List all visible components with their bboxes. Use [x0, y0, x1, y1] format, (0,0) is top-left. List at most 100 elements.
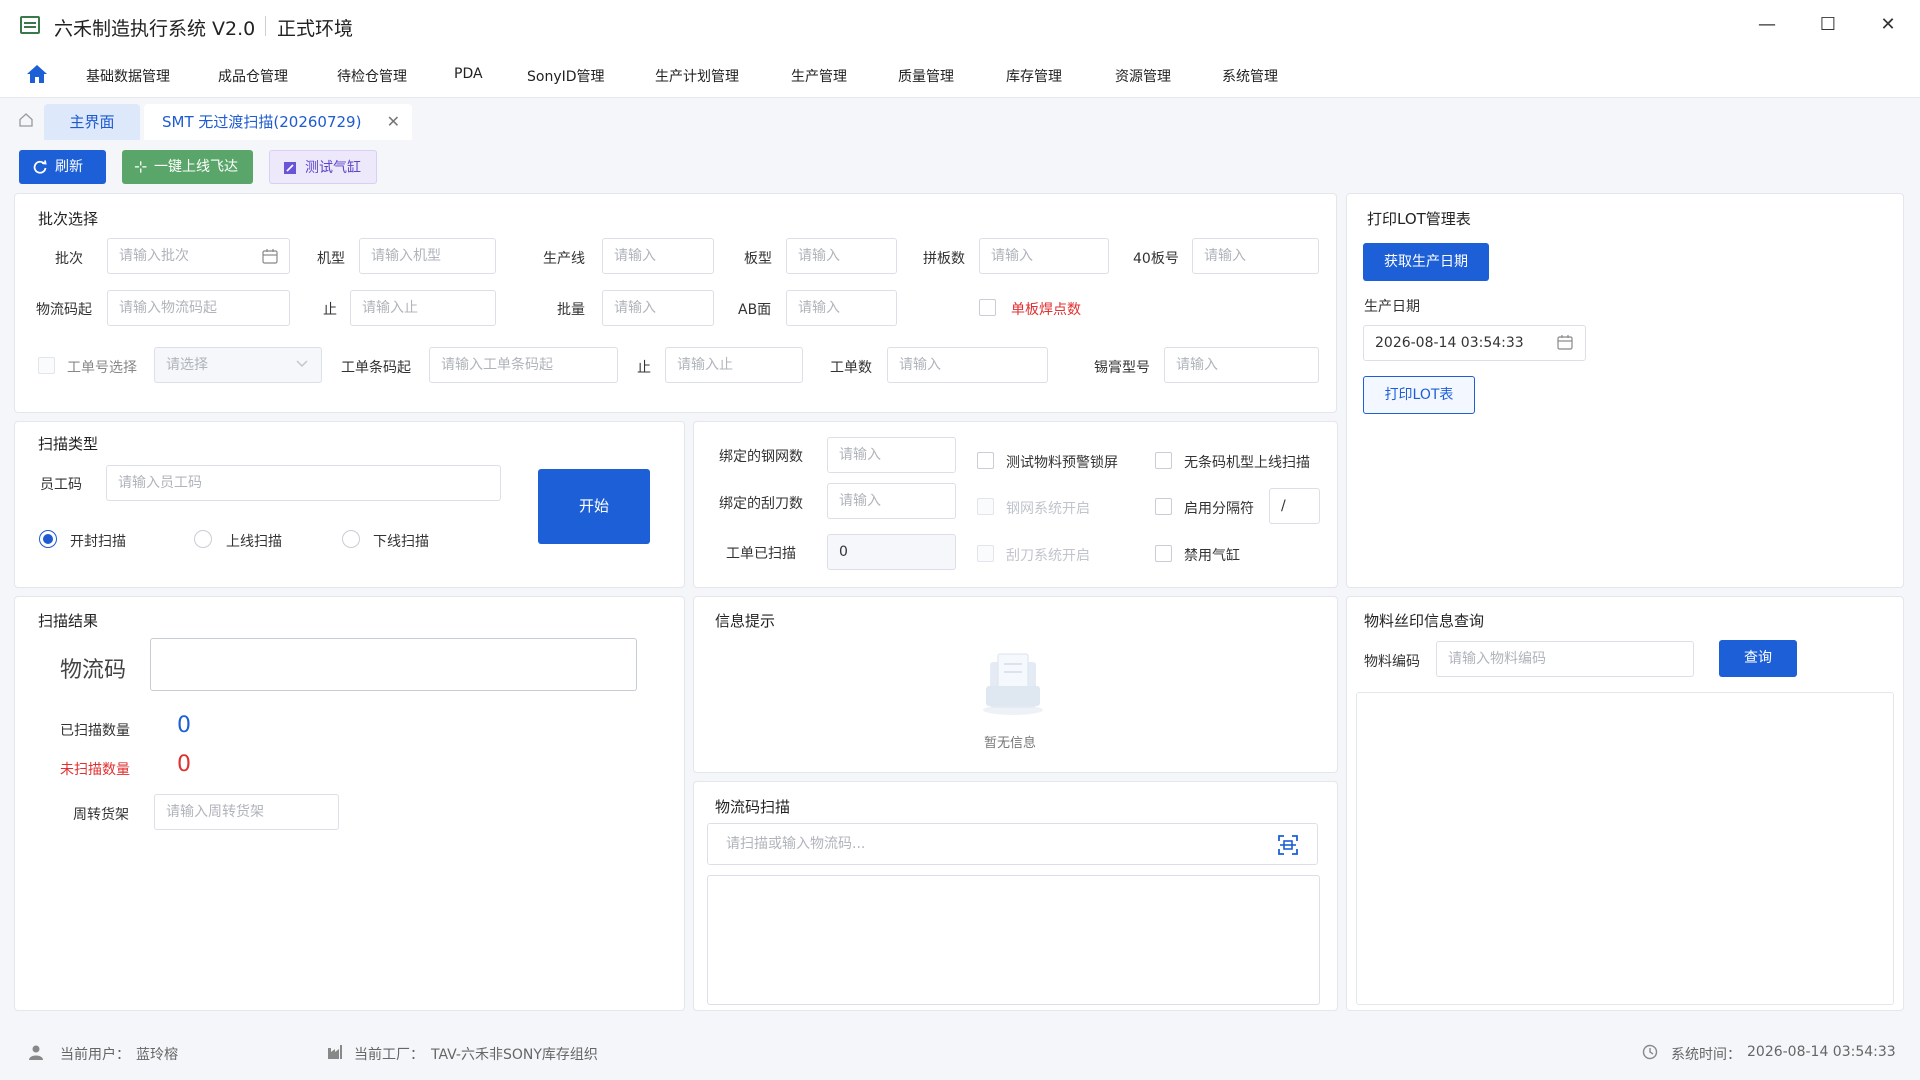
logistics-scan-title: 物流码扫描 — [715, 798, 791, 816]
tab-smt-scan[interactable]: SMT 无过渡扫描(20260729) ✕ — [144, 104, 412, 140]
disable-cylinder-checkbox[interactable] — [1155, 545, 1172, 562]
no-barcode-label: 无条码机型上线扫描 — [1184, 455, 1310, 471]
one-click-online-button[interactable]: ⊹ 一键上线飞达 — [122, 150, 253, 184]
model-input[interactable]: 请输入机型 — [359, 238, 496, 274]
close-window-icon[interactable]: ✕ — [1868, 12, 1908, 40]
production-date-input[interactable]: 2026-08-14 03:54:33 — [1363, 325, 1586, 361]
start-button[interactable]: 开始 — [538, 469, 650, 544]
scan-icon[interactable] — [1278, 835, 1298, 855]
current-user-label: 当前用户： — [60, 1047, 130, 1063]
menu-sonyid[interactable]: SonyID管理 — [527, 66, 605, 86]
refresh-button[interactable]: 刷新 — [19, 150, 106, 184]
tab-close-icon[interactable]: ✕ — [387, 104, 400, 140]
user-icon — [29, 1045, 43, 1060]
logistics-code-to-input[interactable]: 请输入止 — [350, 290, 496, 326]
app-icon — [20, 16, 40, 34]
title-separator — [265, 16, 266, 36]
stencil-system-checkbox[interactable] — [977, 498, 994, 515]
clock-icon — [1642, 1044, 1658, 1060]
menu-inspection-warehouse[interactable]: 待检仓管理 — [337, 66, 407, 86]
menu-inventory[interactable]: 库存管理 — [1006, 66, 1062, 86]
menu-pda[interactable]: PDA — [454, 66, 483, 82]
no-barcode-checkbox[interactable] — [1155, 452, 1172, 469]
wo-barcode-from-input[interactable]: 请输入工单条码起 — [429, 347, 618, 383]
logistics-scan-list[interactable] — [707, 875, 1320, 1005]
empty-info-text: 暂无信息 — [984, 736, 1037, 751]
test-cylinder-button[interactable]: 测试气缸 — [269, 150, 377, 184]
employee-code-input[interactable]: 请输入员工码 — [106, 465, 501, 501]
menu-base-data[interactable]: 基础数据管理 — [86, 66, 170, 86]
quantity-input[interactable]: 请输入 — [602, 290, 714, 326]
logistics-code-label: 物流码 — [60, 658, 127, 683]
solder-paste-input[interactable]: 请输入 — [1164, 347, 1319, 383]
current-factory-value: TAV-六禾非SONY库存组织 — [431, 1047, 598, 1063]
rack-input[interactable]: 请输入周转货架 — [154, 794, 339, 830]
main-menu: 基础数据管理 成品仓管理 待检仓管理 PDA SonyID管理 生产计划管理 生… — [0, 52, 1920, 98]
wo-barcode-to-input[interactable]: 请输入止 — [665, 347, 803, 383]
refresh-label: 刷新 — [55, 159, 83, 175]
menu-finished-warehouse[interactable]: 成品仓管理 — [218, 66, 288, 86]
line-label: 生产线 — [543, 251, 585, 267]
squeegee-count-input[interactable]: 请输入 — [827, 483, 956, 519]
wo-select-checkbox[interactable] — [38, 357, 55, 374]
tab-home-icon[interactable] — [18, 112, 34, 128]
rack-label: 周转货架 — [73, 807, 129, 823]
scanned-count-value: 0 — [177, 713, 191, 738]
empty-box-icon — [983, 653, 1043, 715]
query-button[interactable]: 查询 — [1719, 640, 1797, 677]
logistics-code-from-input[interactable]: 请输入物流码起 — [107, 290, 290, 326]
use-separator-label: 启用分隔符 — [1184, 501, 1254, 517]
menu-system[interactable]: 系统管理 — [1222, 66, 1278, 86]
disable-cylinder-label: 禁用气缸 — [1184, 548, 1240, 564]
menu-resources[interactable]: 资源管理 — [1115, 66, 1171, 86]
ab-side-label: AB面 — [738, 302, 772, 318]
app-title: 六禾制造执行系统 V2.0 — [54, 18, 256, 40]
menu-production[interactable]: 生产管理 — [791, 66, 847, 86]
radio-offline-scan[interactable] — [342, 530, 360, 548]
maximize-icon[interactable]: ☐ — [1808, 12, 1848, 40]
single-weld-checkbox[interactable] — [979, 299, 996, 316]
logistics-code-input[interactable] — [150, 638, 637, 691]
logistics-scan-input[interactable]: 请扫描或输入物流码... — [707, 823, 1318, 865]
board40-input[interactable]: 请输入 — [1192, 238, 1319, 274]
home-icon[interactable] — [26, 64, 48, 84]
panel-count-input[interactable]: 请输入 — [979, 238, 1109, 274]
batch-panel-title: 批次选择 — [38, 210, 99, 228]
refresh-icon — [33, 160, 47, 174]
get-production-date-button[interactable]: 获取生产日期 — [1363, 243, 1489, 281]
system-time-label: 系统时间： — [1671, 1047, 1741, 1063]
current-factory-label: 当前工厂： — [354, 1047, 424, 1063]
use-separator-checkbox[interactable] — [1155, 498, 1172, 515]
squeegee-count-label: 绑定的刮刀数 — [719, 496, 803, 512]
menu-quality[interactable]: 质量管理 — [898, 66, 954, 86]
wo-count-label: 工单数 — [830, 360, 872, 376]
stencil-count-input[interactable]: 请输入 — [827, 437, 956, 473]
squeegee-system-checkbox[interactable] — [977, 545, 994, 562]
radio-offline-scan-label: 下线扫描 — [373, 534, 429, 550]
test-lock-checkbox[interactable] — [977, 452, 994, 469]
radio-open-scan[interactable] — [39, 530, 57, 548]
scan-result-title: 扫描结果 — [38, 612, 99, 630]
stencil-system-label: 钢网系统开启 — [1006, 501, 1090, 517]
model-label: 机型 — [317, 251, 345, 267]
menu-production-plan[interactable]: 生产计划管理 — [655, 66, 739, 86]
radio-online-scan[interactable] — [194, 530, 212, 548]
tab-home[interactable]: 主界面 — [44, 104, 140, 140]
wo-barcode-to-label: 止 — [637, 360, 651, 376]
calendar-icon[interactable] — [1557, 334, 1573, 350]
scanned-count-label: 已扫描数量 — [60, 723, 130, 739]
board-type-input[interactable]: 请输入 — [786, 238, 897, 274]
separator-input[interactable]: / — [1269, 488, 1320, 524]
ab-side-input[interactable]: 请输入 — [786, 290, 897, 326]
print-lot-button[interactable]: 打印LOT表 — [1363, 376, 1475, 414]
edit-icon — [284, 162, 296, 174]
employee-code-label: 员工码 — [40, 477, 82, 493]
line-input[interactable]: 请输入 — [602, 238, 714, 274]
wo-count-input[interactable]: 请输入 — [887, 347, 1048, 383]
minimize-icon[interactable]: — — [1747, 12, 1787, 40]
wo-scanned-label: 工单已扫描 — [726, 546, 796, 562]
print-lot-title: 打印LOT管理表 — [1367, 210, 1471, 228]
material-code-input[interactable]: 请输入物料编码 — [1436, 641, 1694, 677]
calendar-icon[interactable] — [262, 248, 278, 264]
wo-barcode-from-label: 工单条码起 — [341, 360, 411, 376]
